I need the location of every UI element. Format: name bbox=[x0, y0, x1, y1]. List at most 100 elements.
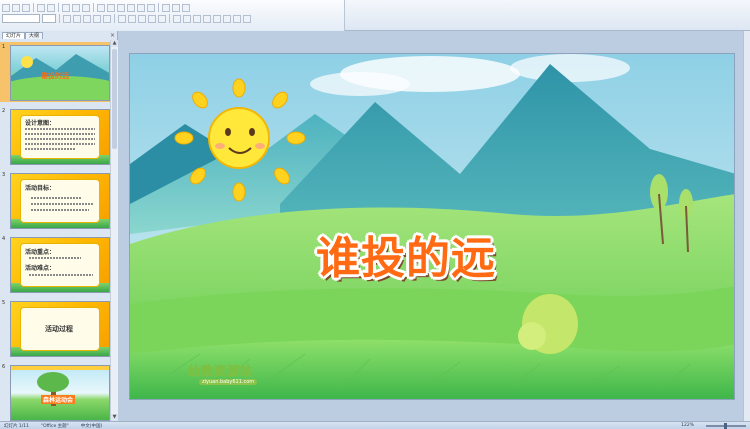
canvas-scrollbar[interactable] bbox=[743, 31, 750, 421]
shadow-icon[interactable] bbox=[103, 14, 111, 23]
shapes-icon[interactable] bbox=[127, 3, 135, 12]
thumb-title: 森林运动会 bbox=[41, 395, 76, 404]
text-line bbox=[25, 133, 95, 135]
panel-tabs: 幻灯片 大纲 × bbox=[0, 31, 117, 39]
copy-icon[interactable] bbox=[72, 3, 80, 12]
slide-thumbnail-1[interactable]: 1 谁投的远 bbox=[0, 42, 110, 102]
chart-icon[interactable] bbox=[147, 3, 155, 12]
numbering-icon[interactable] bbox=[158, 14, 166, 23]
text-line bbox=[31, 203, 93, 205]
quick-styles-icon[interactable] bbox=[213, 14, 221, 23]
text-line bbox=[31, 209, 89, 211]
thumb-card: 设计意图： bbox=[20, 115, 100, 159]
align-right-icon[interactable] bbox=[138, 14, 146, 23]
scroll-down-icon[interactable]: ▼ bbox=[111, 414, 118, 421]
thumb-title: 活动目标： bbox=[25, 185, 56, 192]
slide-thumbnails: 1 谁投的远 2 设计意图： 3 活动目标： 4 活动重点： 活动难点： 5 活… bbox=[0, 40, 110, 421]
slide-title[interactable]: 谁投的远 bbox=[316, 222, 496, 286]
logo: 幼教资源站 ziyuan.baby611.com bbox=[188, 362, 258, 385]
scroll-thumb[interactable] bbox=[112, 49, 117, 149]
thumb-title: 设计意图： bbox=[25, 120, 56, 127]
picture-icon[interactable] bbox=[117, 3, 125, 12]
cut-icon[interactable] bbox=[62, 3, 70, 12]
thumb-card: 活动目标： bbox=[20, 179, 100, 223]
separator bbox=[169, 14, 170, 23]
text-line bbox=[25, 128, 95, 130]
font-color-icon[interactable] bbox=[173, 14, 181, 23]
new-icon[interactable] bbox=[2, 3, 10, 12]
layout-icon[interactable] bbox=[107, 3, 115, 12]
slideshow-icon[interactable] bbox=[162, 3, 170, 12]
text-line bbox=[29, 257, 81, 259]
help-icon[interactable] bbox=[182, 3, 190, 12]
separator bbox=[58, 3, 59, 12]
new-slide-icon[interactable] bbox=[97, 3, 105, 12]
slide-preview: 设计意图： bbox=[10, 109, 110, 165]
toolbar-row-1 bbox=[2, 2, 190, 13]
separator bbox=[59, 14, 60, 23]
align-left-icon[interactable] bbox=[118, 14, 126, 23]
tab-outline[interactable]: 大纲 bbox=[25, 32, 44, 39]
text-line bbox=[25, 138, 95, 140]
find-icon[interactable] bbox=[223, 14, 231, 23]
slide-preview: 森林运动会 bbox=[10, 365, 110, 421]
arrange-icon[interactable] bbox=[203, 14, 211, 23]
slide-number: 1 bbox=[2, 44, 6, 50]
font-name-field[interactable] bbox=[2, 14, 40, 23]
ribbon-strip bbox=[0, 0, 345, 31]
slide-number: 6 bbox=[2, 364, 6, 370]
font-size-field[interactable] bbox=[42, 14, 56, 23]
bullets-icon[interactable] bbox=[148, 14, 156, 23]
tab-slides[interactable]: 幻灯片 bbox=[2, 32, 26, 39]
slide-thumbnail-5[interactable]: 5 活动过程 bbox=[0, 298, 110, 358]
toolbar bbox=[0, 0, 750, 31]
fill-color-icon[interactable] bbox=[183, 14, 191, 23]
slide-preview: 活动重点： 活动难点： bbox=[10, 237, 110, 293]
zoom-level[interactable]: 122% bbox=[681, 423, 694, 428]
italic-icon[interactable] bbox=[73, 14, 81, 23]
paste-icon[interactable] bbox=[82, 3, 90, 12]
slide[interactable]: 谁投的远 幼教资源站 ziyuan.baby611.com bbox=[129, 53, 735, 400]
slide-number: 2 bbox=[2, 108, 6, 114]
select-icon[interactable] bbox=[243, 14, 251, 23]
text-line bbox=[25, 148, 75, 150]
slide-preview: 活动目标： bbox=[10, 173, 110, 229]
strikethrough-icon[interactable] bbox=[93, 14, 101, 23]
slide-preview: 活动过程 bbox=[10, 301, 110, 357]
redo-icon[interactable] bbox=[47, 3, 55, 12]
underline-icon[interactable] bbox=[83, 14, 91, 23]
editing-canvas: 谁投的远 幼教资源站 ziyuan.baby611.com bbox=[119, 31, 750, 421]
replace-icon[interactable] bbox=[233, 14, 241, 23]
slide-thumbnail-6[interactable]: 6 森林运动会 bbox=[0, 362, 110, 421]
thumb-title: 活动重点： bbox=[25, 249, 56, 256]
slide-thumbnail-2[interactable]: 2 设计意图： bbox=[0, 106, 110, 166]
language-indicator: 中文(中国) bbox=[80, 423, 103, 429]
toolbar-row-2 bbox=[2, 13, 251, 24]
separator bbox=[114, 14, 115, 23]
thumb-title: 谁投的远 bbox=[41, 72, 69, 80]
zoom-slider[interactable] bbox=[706, 422, 746, 429]
slide-preview: 谁投的远 bbox=[10, 45, 110, 101]
slide-thumbnail-3[interactable]: 3 活动目标： bbox=[0, 170, 110, 230]
separator bbox=[93, 3, 94, 12]
slide-number: 4 bbox=[2, 236, 6, 242]
table-icon[interactable] bbox=[137, 3, 145, 12]
slide-thumbnail-4[interactable]: 4 活动重点： 活动难点： bbox=[0, 234, 110, 294]
panel-scrollbar[interactable]: ▲ ▼ bbox=[110, 40, 118, 421]
bold-icon[interactable] bbox=[63, 14, 71, 23]
thumb-card: 活动过程 bbox=[20, 307, 100, 351]
text-line bbox=[25, 143, 95, 145]
status-bar: 幻灯片 1/11 "Office 主题" 中文(中国) 122% bbox=[0, 421, 750, 429]
close-panel-icon[interactable]: × bbox=[110, 33, 115, 39]
align-center-icon[interactable] bbox=[128, 14, 136, 23]
open-icon[interactable] bbox=[12, 3, 20, 12]
zoom-icon[interactable] bbox=[172, 3, 180, 12]
scroll-up-icon[interactable]: ▲ bbox=[111, 40, 118, 47]
slide-number: 3 bbox=[2, 172, 6, 178]
text-line bbox=[31, 197, 81, 199]
separator bbox=[158, 3, 159, 12]
undo-icon[interactable] bbox=[37, 3, 45, 12]
line-color-icon[interactable] bbox=[193, 14, 201, 23]
theme-name: "Office 主题" bbox=[41, 423, 69, 429]
save-icon[interactable] bbox=[22, 3, 30, 12]
